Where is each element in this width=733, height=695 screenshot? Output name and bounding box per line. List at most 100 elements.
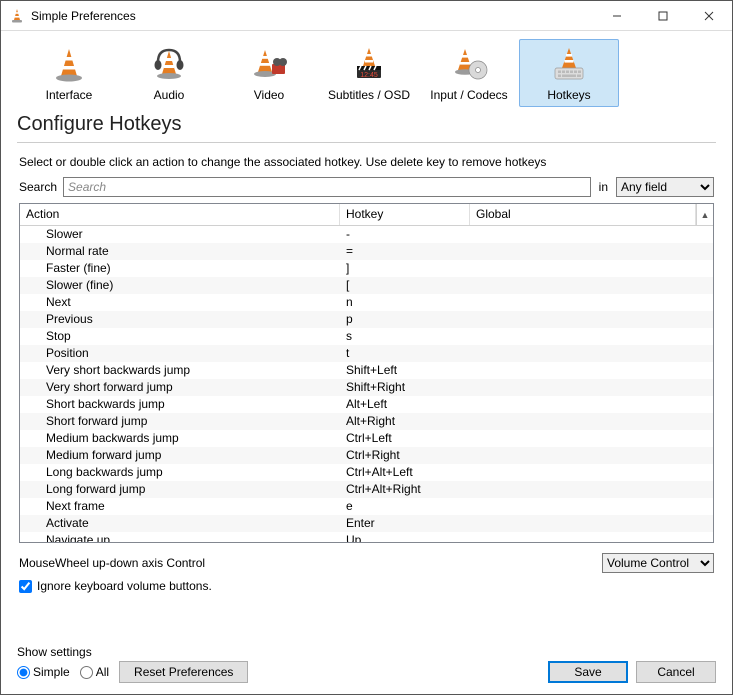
table-row[interactable]: Positiont <box>20 345 713 362</box>
search-field-select[interactable]: Any field <box>616 177 714 197</box>
cell-global <box>470 345 713 362</box>
table-row[interactable]: Slower- <box>20 226 713 243</box>
table-row[interactable]: Next framee <box>20 498 713 515</box>
instruction-text: Select or double click an action to chan… <box>1 151 732 175</box>
cell-global <box>470 328 713 345</box>
tab-label: Audio <box>154 88 185 102</box>
cell-action: Previous <box>20 311 340 328</box>
cone-keyboard-icon <box>550 46 588 84</box>
table-row[interactable]: Long forward jumpCtrl+Alt+Right <box>20 481 713 498</box>
cell-action: Normal rate <box>20 243 340 260</box>
title-bar: Simple Preferences <box>1 1 732 31</box>
cell-hotkey: Shift+Right <box>340 379 470 396</box>
ignore-kb-checkbox[interactable] <box>19 580 32 593</box>
cell-hotkey: Ctrl+Alt+Right <box>340 481 470 498</box>
cell-global <box>470 277 713 294</box>
tab-video[interactable]: Video <box>219 39 319 107</box>
divider <box>17 142 716 143</box>
reset-preferences-button[interactable]: Reset Preferences <box>119 661 248 683</box>
table-row[interactable]: Previousp <box>20 311 713 328</box>
cell-action: Next <box>20 294 340 311</box>
radio-all-label[interactable]: All <box>80 665 109 679</box>
cell-hotkey: - <box>340 226 470 243</box>
cell-hotkey: e <box>340 498 470 515</box>
cell-hotkey: t <box>340 345 470 362</box>
radio-simple-label[interactable]: Simple <box>17 665 70 679</box>
table-row[interactable]: Nextn <box>20 294 713 311</box>
table-row[interactable]: Navigate upUp <box>20 532 713 542</box>
table-row[interactable]: Long backwards jumpCtrl+Alt+Left <box>20 464 713 481</box>
cell-global <box>470 532 713 542</box>
cell-global <box>470 515 713 532</box>
cell-global <box>470 447 713 464</box>
tab-subtitles[interactable]: 12:45 Subtitles / OSD <box>319 39 419 107</box>
cell-hotkey: [ <box>340 277 470 294</box>
table-row[interactable]: Stops <box>20 328 713 345</box>
cell-global <box>470 396 713 413</box>
table-body[interactable]: Slower-Normal rate=Faster (fine)]Slower … <box>20 226 713 542</box>
mousewheel-select[interactable]: Volume Control <box>602 553 714 573</box>
cell-action: Long forward jump <box>20 481 340 498</box>
cell-global <box>470 413 713 430</box>
table-row[interactable]: Faster (fine)] <box>20 260 713 277</box>
cell-global <box>470 464 713 481</box>
cancel-button[interactable]: Cancel <box>636 661 716 683</box>
table-row[interactable]: Very short backwards jumpShift+Left <box>20 362 713 379</box>
scroll-up-icon[interactable]: ▲ <box>696 204 713 225</box>
cell-action: Short forward jump <box>20 413 340 430</box>
tab-label: Video <box>254 88 284 102</box>
table-row[interactable]: Medium backwards jumpCtrl+Left <box>20 430 713 447</box>
table-row[interactable]: Slower (fine)[ <box>20 277 713 294</box>
save-button[interactable]: Save <box>548 661 628 683</box>
ignore-kb-checkbox-label[interactable]: Ignore keyboard volume buttons. <box>19 579 714 593</box>
table-row[interactable]: ActivateEnter <box>20 515 713 532</box>
cell-action: Very short forward jump <box>20 379 340 396</box>
search-input[interactable] <box>63 177 591 197</box>
cell-hotkey: Alt+Right <box>340 413 470 430</box>
column-global[interactable]: Global <box>470 204 696 225</box>
close-button[interactable] <box>686 1 732 31</box>
mousewheel-row: MouseWheel up-down axis Control Volume C… <box>1 543 732 575</box>
cell-hotkey: Ctrl+Alt+Left <box>340 464 470 481</box>
cell-global <box>470 498 713 515</box>
maximize-button[interactable] <box>640 1 686 31</box>
table-row[interactable]: Normal rate= <box>20 243 713 260</box>
tab-interface[interactable]: Interface <box>19 39 119 107</box>
cell-action: Short backwards jump <box>20 396 340 413</box>
table-row[interactable]: Medium forward jumpCtrl+Right <box>20 447 713 464</box>
tab-input-codecs[interactable]: Input / Codecs <box>419 39 519 107</box>
radio-all[interactable] <box>80 666 93 679</box>
radio-simple[interactable] <box>17 666 30 679</box>
table-row[interactable]: Short backwards jumpAlt+Left <box>20 396 713 413</box>
column-action[interactable]: Action <box>20 204 340 225</box>
svg-text:12:45: 12:45 <box>360 72 378 79</box>
cell-action: Navigate up <box>20 532 340 542</box>
cell-hotkey: Enter <box>340 515 470 532</box>
cell-action: Faster (fine) <box>20 260 340 277</box>
cell-action: Medium forward jump <box>20 447 340 464</box>
tab-label: Interface <box>46 88 93 102</box>
column-hotkey[interactable]: Hotkey <box>340 204 470 225</box>
tab-hotkeys[interactable]: Hotkeys <box>519 39 619 107</box>
cell-hotkey: Shift+Left <box>340 362 470 379</box>
cell-action: Slower <box>20 226 340 243</box>
minimize-button[interactable] <box>594 1 640 31</box>
cell-hotkey: ] <box>340 260 470 277</box>
cell-action: Stop <box>20 328 340 345</box>
cell-hotkey: p <box>340 311 470 328</box>
cell-global <box>470 311 713 328</box>
table-row[interactable]: Very short forward jumpShift+Right <box>20 379 713 396</box>
search-row: Search in Any field <box>1 175 732 203</box>
cell-global <box>470 481 713 498</box>
cell-action: Slower (fine) <box>20 277 340 294</box>
cell-global <box>470 430 713 447</box>
cone-disc-icon <box>450 46 488 84</box>
ignore-kb-text: Ignore keyboard volume buttons. <box>37 579 212 593</box>
table-row[interactable]: Short forward jumpAlt+Right <box>20 413 713 430</box>
cell-hotkey: Ctrl+Left <box>340 430 470 447</box>
tab-audio[interactable]: Audio <box>119 39 219 107</box>
tab-label: Input / Codecs <box>430 88 507 102</box>
vlc-app-icon <box>9 8 25 24</box>
cell-global <box>470 294 713 311</box>
table-header: Action Hotkey Global ▲ <box>20 204 713 226</box>
